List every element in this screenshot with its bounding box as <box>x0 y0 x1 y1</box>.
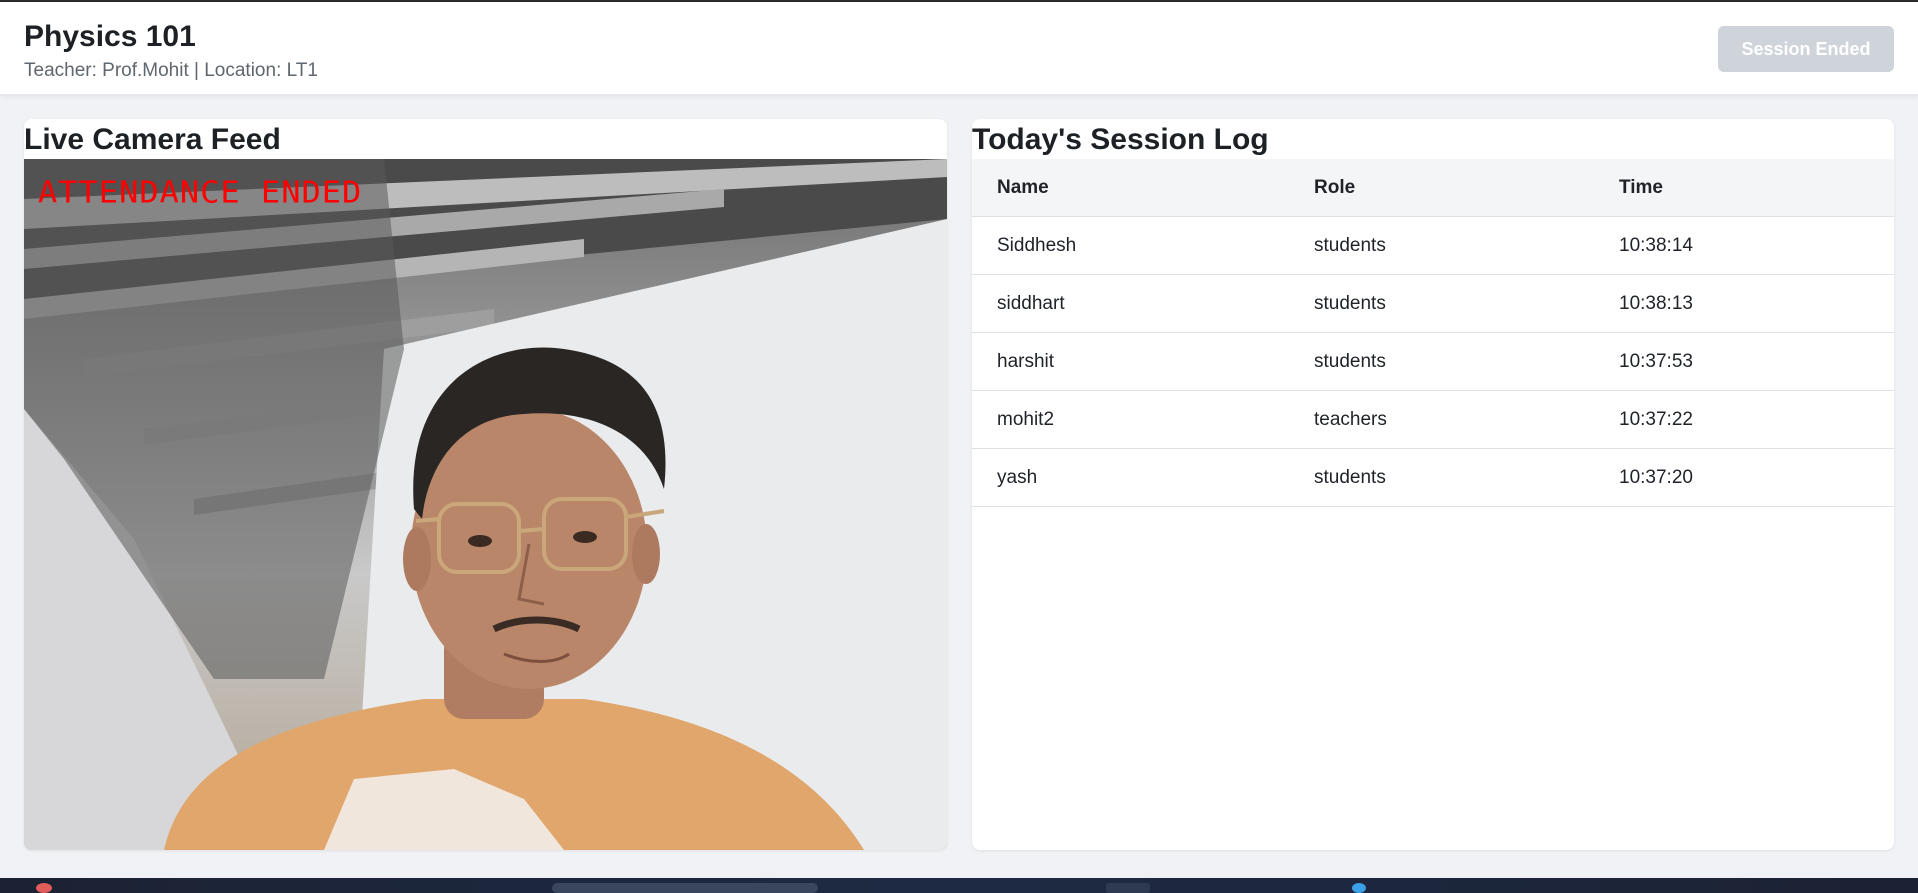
table-row: mohit2 teachers 10:37:22 <box>972 390 1894 449</box>
os-taskbar <box>0 878 1918 893</box>
taskbar-app-icon[interactable] <box>1106 883 1150 893</box>
cell-name: yash <box>972 448 1289 507</box>
table-row: harshit students 10:37:53 <box>972 332 1894 391</box>
taskbar-search-box[interactable] <box>552 883 818 893</box>
cell-name: siddhart <box>972 274 1289 333</box>
cell-name: mohit2 <box>972 390 1289 449</box>
cell-time: 10:37:22 <box>1594 390 1894 449</box>
cell-time: 10:38:13 <box>1594 274 1894 333</box>
column-header-name: Name <box>972 159 1289 217</box>
cell-role: students <box>1289 216 1594 275</box>
taskbar-weather-icon[interactable] <box>36 883 52 893</box>
cell-role: students <box>1289 274 1594 333</box>
cell-time: 10:37:20 <box>1594 448 1894 507</box>
table-row: Siddhesh students 10:38:14 <box>972 216 1894 275</box>
taskbar-browser-icon[interactable] <box>1352 883 1366 893</box>
session-log-title: Today's Session Log <box>972 123 1269 156</box>
camera-feed-image <box>24 159 947 850</box>
cell-role: students <box>1289 448 1594 507</box>
course-meta: Teacher: Prof.Mohit | Location: LT1 <box>24 60 318 81</box>
table-row: yash students 10:37:20 <box>972 448 1894 507</box>
column-header-time: Time <box>1594 159 1894 217</box>
cell-time: 10:37:53 <box>1594 332 1894 391</box>
cell-time: 10:38:14 <box>1594 216 1894 275</box>
camera-feed: ATTENDANCE ENDED <box>24 159 947 850</box>
table-header-row: Name Role Time <box>972 159 1894 217</box>
session-log-panel: Today's Session Log Name Role Time Siddh… <box>972 119 1894 850</box>
cell-role: teachers <box>1289 390 1594 449</box>
cell-name: harshit <box>972 332 1289 391</box>
attendance-overlay-text: ATTENDANCE ENDED <box>38 173 363 211</box>
table-row: siddhart students 10:38:13 <box>972 274 1894 333</box>
camera-panel-title: Live Camera Feed <box>24 123 281 156</box>
cell-role: students <box>1289 332 1594 391</box>
camera-panel: Live Camera Feed ATTENDANCE ENDED <box>24 119 947 850</box>
column-header-role: Role <box>1289 159 1594 217</box>
course-title: Physics 101 <box>24 20 196 53</box>
cell-name: Siddhesh <box>972 216 1289 275</box>
session-status-button[interactable]: Session Ended <box>1718 26 1894 72</box>
page-header: Physics 101 Teacher: Prof.Mohit | Locati… <box>0 2 1918 95</box>
session-log-table: Name Role Time Siddhesh students 10:38:1… <box>972 159 1894 507</box>
